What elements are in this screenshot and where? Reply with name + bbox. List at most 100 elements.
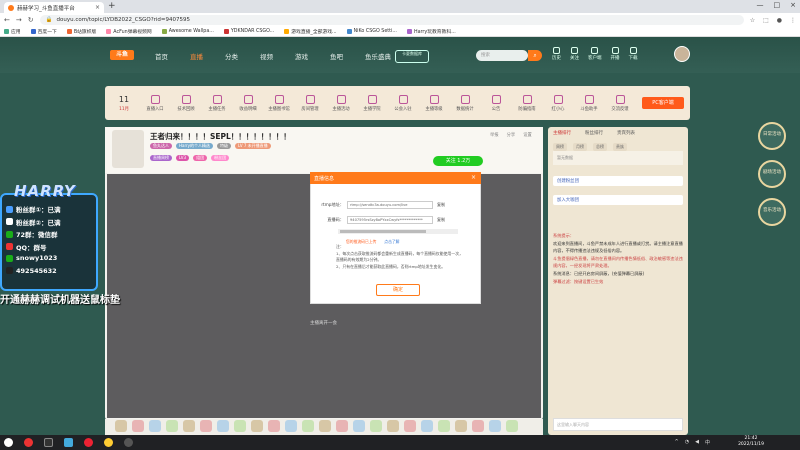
gift-icon[interactable] xyxy=(319,420,331,432)
fan-club-card[interactable]: 创建粉丝团 xyxy=(553,176,683,186)
rtmp-field[interactable]: rtmp://sendtc3a.douyu.com/live xyxy=(347,201,433,209)
stream-tag[interactable]: 特级 xyxy=(217,143,232,149)
gift-icon[interactable] xyxy=(455,420,467,432)
category-item[interactable]: 技术回顾 xyxy=(173,94,199,112)
category-item[interactable]: 公会入驻 xyxy=(390,94,416,112)
chat-tab[interactable]: 粉丝排行 xyxy=(585,130,603,136)
nav-link[interactable]: 视频 xyxy=(260,51,273,61)
category-item[interactable]: 直播入口 xyxy=(142,94,168,112)
forward-icon[interactable]: → xyxy=(16,16,22,24)
gift-icon[interactable] xyxy=(387,420,399,432)
close-tab-icon[interactable]: × xyxy=(95,4,100,11)
stream-tag[interactable]: Harry的个人精选 xyxy=(176,143,214,149)
gift-icon[interactable] xyxy=(200,420,212,432)
gift-icon[interactable] xyxy=(472,420,484,432)
bookmark-item[interactable]: B站旗帜版 xyxy=(66,28,96,35)
bookmark-item[interactable]: YDKNDAR CSGO... xyxy=(223,29,274,34)
stream-action[interactable]: 举报 xyxy=(490,132,499,138)
app-icon-3[interactable] xyxy=(64,438,73,447)
gift-icon[interactable] xyxy=(115,420,127,432)
category-item[interactable]: 主播任务 xyxy=(204,94,230,112)
category-item[interactable]: 公告 xyxy=(483,94,509,112)
network-icon[interactable]: ◔ xyxy=(685,439,689,446)
bookmark-item[interactable]: AcFun弹幕视频网 xyxy=(106,28,152,35)
gift-icon[interactable] xyxy=(302,420,314,432)
app-icon-2[interactable] xyxy=(44,438,53,447)
dialog-close-icon[interactable]: × xyxy=(471,174,476,181)
star-icon[interactable]: ☆ xyxy=(750,17,755,24)
category-item[interactable]: 斗鱼助手 xyxy=(576,94,602,112)
bookmark-item[interactable]: 应用 xyxy=(4,28,21,35)
chat-input[interactable]: 这里输入聊天内容 xyxy=(553,418,683,431)
chat-subtab[interactable]: 总榜 xyxy=(593,143,607,151)
category-item[interactable]: 收益明细 xyxy=(235,94,261,112)
bookmark-item[interactable]: Awesome Wallpa... xyxy=(161,29,214,34)
gift-icon[interactable] xyxy=(149,420,161,432)
confirm-button[interactable]: 确定 xyxy=(376,284,420,296)
minimize-icon[interactable]: — xyxy=(757,1,764,9)
pc-client-button[interactable]: PC客户端 xyxy=(642,97,684,109)
new-tab-icon[interactable]: + xyxy=(108,1,116,11)
close-window-icon[interactable]: × xyxy=(790,1,796,9)
calendar-date[interactable]: 11 11月 xyxy=(111,95,137,112)
side-badge[interactable]: 剧场活动 xyxy=(758,160,786,188)
side-badge[interactable]: 音乐活动 xyxy=(758,198,786,226)
app-icon-4[interactable] xyxy=(84,438,93,447)
tray-up-icon[interactable]: ^ xyxy=(675,439,679,446)
start-icon[interactable] xyxy=(4,438,13,447)
header-tool[interactable]: 历史 xyxy=(552,47,561,61)
nav-link[interactable]: 首页 xyxy=(155,51,168,61)
gift-icon[interactable] xyxy=(370,420,382,432)
extensions-icon[interactable]: ⬚ xyxy=(763,17,769,24)
chrome-icon[interactable] xyxy=(104,438,113,447)
nav-link[interactable]: 直播 xyxy=(190,51,203,61)
chat-tab[interactable]: 主播排行 xyxy=(553,130,571,136)
bookmark-item[interactable]: Harry玩教育教科... xyxy=(406,28,456,35)
stream-badge[interactable]: LV3 xyxy=(176,155,190,161)
reload-icon[interactable]: ↻ xyxy=(28,16,34,24)
gift-icon[interactable] xyxy=(217,420,229,432)
stream-tag[interactable]: LV 7 未开播直播 xyxy=(235,143,271,149)
gift-icon[interactable] xyxy=(353,420,365,432)
nav-link[interactable]: 分类 xyxy=(225,51,238,61)
chat-tab[interactable]: 贵宾列表 xyxy=(617,130,635,136)
stream-badge[interactable]: 粉丝团 xyxy=(211,155,230,161)
gift-icon[interactable] xyxy=(166,420,178,432)
nav-link[interactable]: 鱼乐盛典 xyxy=(365,51,391,61)
header-tool[interactable]: 下载 xyxy=(629,47,638,61)
vip-card[interactable]: 加入大咖团 xyxy=(553,195,683,205)
stream-tag[interactable]: 鱼丸达人 xyxy=(150,143,172,149)
category-item[interactable]: 主播活动 xyxy=(328,94,354,112)
category-item[interactable]: 红小心 xyxy=(545,94,571,112)
app-icon-1[interactable] xyxy=(24,438,33,447)
profile-icon[interactable]: ● xyxy=(777,17,782,24)
copy-rtmp-button[interactable]: 复制 xyxy=(437,202,445,208)
douyu-logo[interactable]: 斗鱼 xyxy=(110,50,134,60)
bookmark-item[interactable]: 游戏直播_全部游戏... xyxy=(284,28,337,35)
stream-action[interactable]: 设置 xyxy=(523,132,532,138)
stream-badge[interactable]: 直播周榜 xyxy=(150,155,172,161)
maximize-icon[interactable]: □ xyxy=(774,1,781,9)
category-item[interactable]: 主播图书馆 xyxy=(266,94,292,112)
category-item[interactable]: 防骗指南 xyxy=(514,94,540,112)
header-tool[interactable]: 开播 xyxy=(611,47,620,61)
url-field[interactable]: 🔒 douyu.com/topic/LYDB2022_CSGO?rid=9407… xyxy=(39,15,744,25)
ime-icon[interactable]: 中 xyxy=(705,439,710,446)
category-item[interactable]: 主播学院 xyxy=(359,94,385,112)
back-icon[interactable]: ← xyxy=(4,16,10,24)
gift-icon[interactable] xyxy=(438,420,450,432)
nav-link[interactable]: 鱼吧 xyxy=(330,51,343,61)
nav-link[interactable]: 游戏 xyxy=(295,51,308,61)
browser-tab[interactable]: 赫赫学习_斗鱼直播平台 × xyxy=(4,2,104,13)
category-item[interactable]: 数据统计 xyxy=(452,94,478,112)
gift-icon[interactable] xyxy=(268,420,280,432)
category-item[interactable]: 交流反馈 xyxy=(607,94,633,112)
volume-icon[interactable]: ◀ xyxy=(695,439,699,446)
search-input[interactable]: 搜索 xyxy=(476,50,528,61)
gift-icon[interactable] xyxy=(285,420,297,432)
user-avatar[interactable] xyxy=(674,46,690,62)
bookmark-item[interactable]: 百度一下 xyxy=(30,28,57,35)
follow-button[interactable]: 关注 1.2万 xyxy=(433,156,483,166)
category-item[interactable]: 主播等级 xyxy=(421,94,447,112)
bookmark-item[interactable]: NiKo CSGO Setti... xyxy=(346,29,397,34)
